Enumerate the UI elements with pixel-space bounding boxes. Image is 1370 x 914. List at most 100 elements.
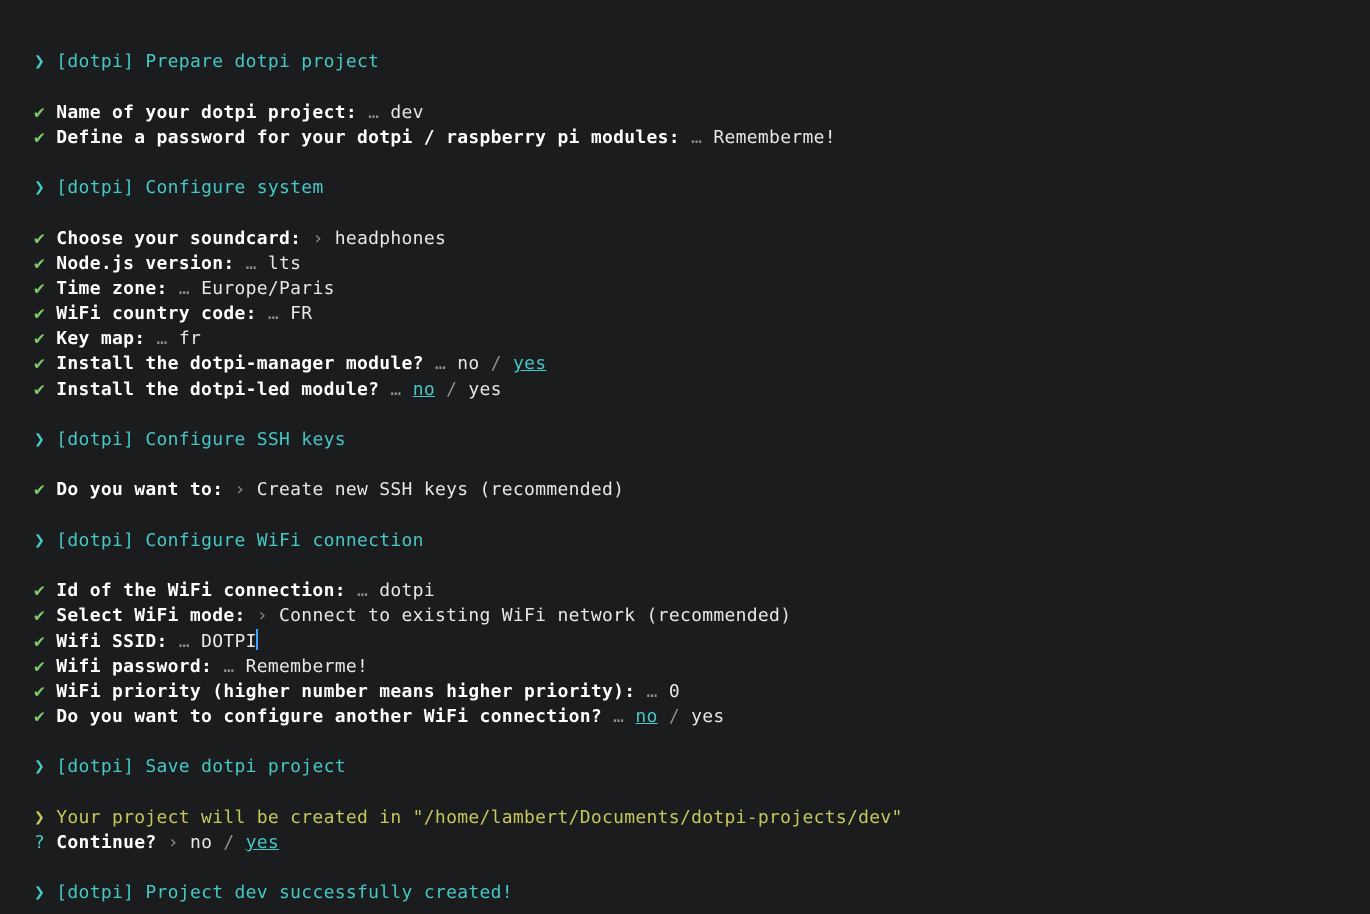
ellipsis: … xyxy=(613,706,624,727)
ellipsis: … xyxy=(157,328,168,349)
answer-value: Connect to existing WiFi network (recomm… xyxy=(279,605,791,626)
answer-value: dev xyxy=(390,102,423,123)
prompt-question: WiFi country code: xyxy=(56,303,256,324)
option-yes-selected[interactable]: yes xyxy=(513,353,546,374)
check-icon: ✔ xyxy=(34,580,45,601)
dotpi-tag: [dotpi] xyxy=(56,51,134,72)
blank-line xyxy=(34,74,1336,99)
blank-line xyxy=(34,503,1336,528)
check-icon: ✔ xyxy=(34,706,45,727)
prompt-symbol: ❯ xyxy=(34,530,45,551)
slash: / xyxy=(658,706,691,727)
check-icon: ✔ xyxy=(34,353,45,374)
prompt-question: Install the dotpi-manager module? xyxy=(56,353,424,374)
check-icon: ✔ xyxy=(34,605,45,626)
terminal-output: ❯ [dotpi] Prepare dotpi project ✔ Name o… xyxy=(0,0,1370,914)
blank-line xyxy=(34,402,1336,427)
blank-line xyxy=(34,729,1336,754)
dotpi-tag: [dotpi] xyxy=(56,882,134,903)
prompt-question: Name of your dotpi project: xyxy=(56,102,357,123)
prompt-question: Time zone: xyxy=(56,278,167,299)
section-save: Save dotpi project xyxy=(145,756,345,777)
prompt-symbol: ❯ xyxy=(34,429,45,450)
prompt-question: Continue? xyxy=(56,832,156,853)
ellipsis: … xyxy=(268,303,279,324)
option-no[interactable]: no xyxy=(457,353,479,374)
option-yes[interactable]: yes xyxy=(691,706,724,727)
check-icon: ✔ xyxy=(34,102,45,123)
ellipsis: … xyxy=(179,631,190,652)
blank-line xyxy=(34,855,1336,880)
blank-line xyxy=(34,200,1336,225)
section-created: Project dev successfully created! xyxy=(145,882,513,903)
slash: / xyxy=(480,353,513,374)
dotpi-tag: [dotpi] xyxy=(56,177,134,198)
cursor-icon xyxy=(256,629,258,650)
answer-value: 0 xyxy=(669,681,680,702)
prompt-question: Node.js version: xyxy=(56,253,234,274)
prompt-symbol: ❯ xyxy=(34,882,45,903)
answer-value: Europe/Paris xyxy=(201,278,335,299)
check-icon: ✔ xyxy=(34,303,45,324)
option-no-selected[interactable]: no xyxy=(413,379,435,400)
select-indicator: › xyxy=(257,605,268,626)
check-icon: ✔ xyxy=(34,253,45,274)
ellipsis: … xyxy=(691,127,702,148)
ellipsis: … xyxy=(223,656,234,677)
check-icon: ✔ xyxy=(34,127,45,148)
blank-line xyxy=(34,150,1336,175)
prompt-symbol: ❯ xyxy=(34,177,45,198)
ellipsis: … xyxy=(368,102,379,123)
answer-value: lts xyxy=(268,253,301,274)
prompt-question: Install the dotpi-led module? xyxy=(56,379,379,400)
check-icon: ✔ xyxy=(34,328,45,349)
check-icon: ✔ xyxy=(34,681,45,702)
check-icon: ✔ xyxy=(34,379,45,400)
section-prepare: Prepare dotpi project xyxy=(145,51,379,72)
check-icon: ✔ xyxy=(34,479,45,500)
answer-value: Rememberme! xyxy=(246,656,369,677)
blank-line xyxy=(34,452,1336,477)
option-yes-selected[interactable]: yes xyxy=(246,832,279,853)
ellipsis: … xyxy=(390,379,401,400)
section-configure-system: Configure system xyxy=(145,177,323,198)
prompt-question: WiFi priority (higher number means highe… xyxy=(56,681,635,702)
option-yes[interactable]: yes xyxy=(468,379,501,400)
answer-value: Rememberme! xyxy=(713,127,836,148)
dotpi-tag: [dotpi] xyxy=(56,756,134,777)
option-no-selected[interactable]: no xyxy=(635,706,657,727)
section-ssh: Configure SSH keys xyxy=(145,429,345,450)
slash: / xyxy=(435,379,468,400)
prompt-symbol: ❯ xyxy=(34,807,45,828)
answer-value: fr xyxy=(179,328,201,349)
check-icon: ✔ xyxy=(34,631,45,652)
answer-value: headphones xyxy=(335,228,446,249)
option-no[interactable]: no xyxy=(190,832,212,853)
check-icon: ✔ xyxy=(34,278,45,299)
save-path-message: Your project will be created in "/home/l… xyxy=(56,807,902,828)
prompt-question: Wifi password: xyxy=(56,656,212,677)
section-wifi: Configure WiFi connection xyxy=(145,530,423,551)
slash: / xyxy=(212,832,245,853)
prompt-question: Id of the WiFi connection: xyxy=(56,580,346,601)
prompt-question: Choose your soundcard: xyxy=(56,228,301,249)
select-indicator: › xyxy=(312,228,323,249)
dotpi-tag: [dotpi] xyxy=(56,530,134,551)
ellipsis: … xyxy=(179,278,190,299)
prompt-symbol: ❯ xyxy=(34,756,45,777)
ellipsis: … xyxy=(647,681,658,702)
check-icon: ✔ xyxy=(34,656,45,677)
select-indicator: › xyxy=(234,479,245,500)
ellipsis: … xyxy=(435,353,446,374)
select-indicator: › xyxy=(168,832,179,853)
prompt-question: Do you want to: xyxy=(56,479,223,500)
answer-value: Create new SSH keys (recommended) xyxy=(257,479,625,500)
question-icon: ? xyxy=(34,832,45,853)
prompt-question: Select WiFi mode: xyxy=(56,605,245,626)
answer-value: dotpi xyxy=(379,580,435,601)
blank-line xyxy=(34,553,1336,578)
prompt-symbol: ❯ xyxy=(34,51,45,72)
dotpi-tag: [dotpi] xyxy=(56,429,134,450)
prompt-question: Define a password for your dotpi / raspb… xyxy=(56,127,680,148)
prompt-question: Wifi SSID: xyxy=(56,631,167,652)
